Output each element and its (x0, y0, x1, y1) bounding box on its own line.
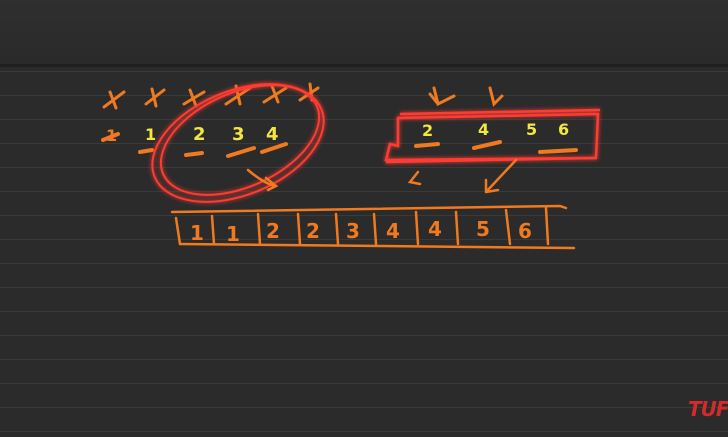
right-down-arrows (407, 158, 518, 194)
right-digits: 2 4 5 6 (422, 120, 569, 140)
sketch-drawing: 1 1 2 3 4 2 4 5 6 1 1 2 2 3 4 4 5 6 (101, 82, 601, 250)
right-digit-2: 4 (478, 120, 489, 139)
right-underline-dashes (414, 140, 578, 154)
whiteboard-canvas: 1 1 2 3 4 2 4 5 6 1 1 2 2 3 4 4 5 6 TUF (0, 0, 728, 437)
left-digits: 1 1 2 3 4 (106, 124, 279, 145)
array-cell-3: 2 (266, 219, 280, 243)
array-cell-5: 3 (346, 219, 360, 243)
right-top-arrows (428, 86, 504, 107)
array-cell-1: 1 (190, 221, 204, 245)
left-top-marks (102, 82, 320, 110)
array-cell-7: 4 (428, 217, 442, 241)
left-digit-3: 2 (193, 124, 206, 145)
left-digit-4: 3 (232, 124, 245, 145)
array-cell-2: 1 (226, 222, 240, 246)
array-cell-9: 6 (518, 219, 532, 243)
array-cell-8: 5 (476, 217, 490, 241)
left-digit-5: 4 (266, 124, 279, 145)
right-digit-4: 6 (558, 120, 569, 139)
right-digit-1: 2 (422, 121, 433, 140)
merged-array-values: 1 1 2 2 3 4 4 5 6 (190, 217, 532, 246)
array-cell-4: 2 (306, 219, 320, 243)
left-digit-2: 1 (145, 125, 156, 144)
array-cell-6: 4 (386, 219, 400, 243)
left-arrow (246, 168, 279, 192)
right-digit-3: 5 (526, 120, 537, 139)
watermark-logo: TUF (688, 397, 728, 421)
